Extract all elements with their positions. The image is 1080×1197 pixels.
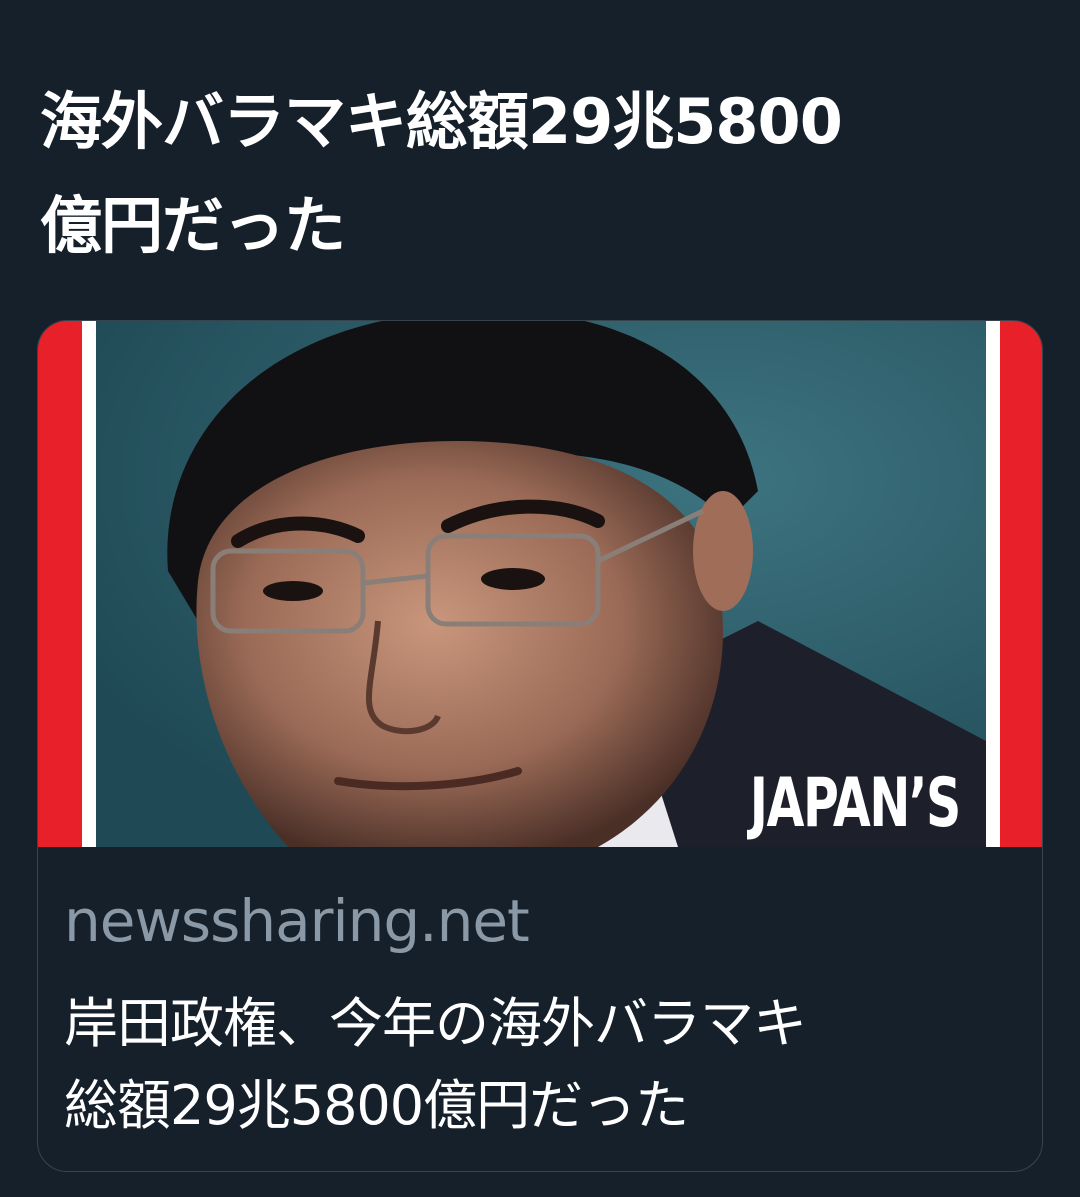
tweet-text: 海外バラマキ総額29兆5800 億円だった: [40, 85, 843, 262]
card-meta[interactable]: newssharing.net 岸田政権、今年の海外バラマキ 総額29兆5800…: [38, 847, 1042, 1171]
card-image[interactable]: JAPAN’S: [38, 321, 1042, 847]
cover-text: JAPAN’S: [749, 764, 962, 843]
card-title[interactable]: 岸田政権、今年の海外バラマキ 総額29兆5800億円だった: [64, 983, 1024, 1147]
card-domain[interactable]: newssharing.net: [64, 887, 530, 955]
link-preview-card[interactable]: JAPAN’S newssharing.net 岸田政権、今年の海外バラマキ 総…: [37, 320, 1043, 1172]
